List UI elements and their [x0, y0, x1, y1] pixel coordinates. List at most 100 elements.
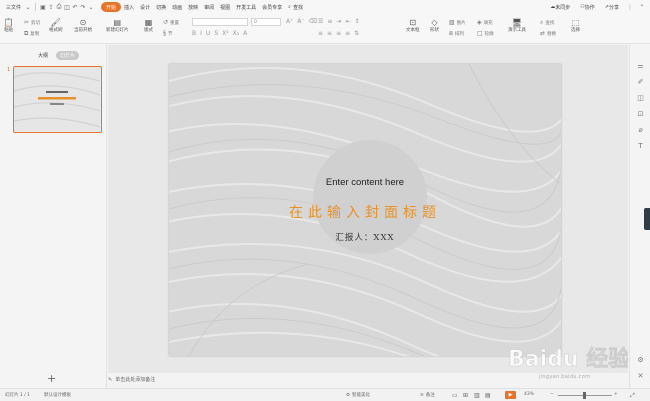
side-panel-handle[interactable] [644, 208, 650, 230]
bullets-icon[interactable]: ☰ [318, 18, 323, 25]
fill-button[interactable]: ◈ 填充 [477, 19, 493, 26]
align-center-icon[interactable]: ≡ [327, 30, 332, 37]
cover-title[interactable]: 在此输入封面标题 [169, 202, 561, 222]
new-slide-button[interactable]: ▤ 新建幻灯片 [106, 17, 129, 34]
tab-slides[interactable]: 幻灯片 [56, 51, 80, 60]
presenter-view-icon[interactable]: ▤ [485, 392, 491, 399]
font-color-icon[interactable]: A [243, 30, 247, 37]
format-painter-button[interactable]: 🖌 格式刷 [49, 17, 63, 34]
textbox-button[interactable]: ⊡ 文本框 [406, 17, 420, 34]
tab-review[interactable]: 审阅 [201, 2, 217, 12]
tab-transitions[interactable]: 切换 [153, 2, 169, 12]
indent-icon[interactable]: ⇥ [336, 18, 341, 25]
backup-icon[interactable]: ⌀ [636, 125, 645, 134]
slide-canvas[interactable]: Enter content here 在此输入封面标题 汇报人：XXX [169, 64, 561, 356]
theme-name[interactable]: 默认设计模板 [44, 392, 71, 398]
close-icon[interactable]: ✕ [636, 371, 645, 380]
tab-slideshow[interactable]: 放映 [185, 2, 201, 12]
format-icon[interactable]: T [636, 141, 645, 150]
play-slideshow-button[interactable]: ▶ [505, 391, 516, 399]
tab-outline[interactable]: 大纲 [34, 51, 52, 60]
export-icon[interactable]: ⇪ [47, 3, 55, 11]
picture-button[interactable]: ▨ 图片 [449, 19, 466, 26]
undo-icon[interactable]: ↶ [71, 3, 79, 11]
align-right-icon[interactable]: ≡ [336, 30, 341, 37]
align-group: ≡ ≡ ≡ ≡ ⇅ [318, 30, 359, 37]
cut-button[interactable]: ✂ 剪切 [24, 19, 40, 26]
select-button[interactable]: ⬚ 选择 [570, 17, 581, 34]
shapes-button[interactable]: ◇ 形状 [429, 17, 440, 34]
font-size-select[interactable]: 0 [251, 18, 281, 26]
font-name-select[interactable] [192, 18, 248, 26]
normal-view-icon[interactable]: ▭ [452, 392, 458, 399]
object-icon[interactable]: ⊡ [636, 109, 645, 118]
properties-icon[interactable]: ⚌ [636, 61, 645, 70]
justify-icon[interactable]: ≡ [345, 30, 350, 37]
panel-tabs: 大纲 幻灯片 [34, 51, 80, 60]
more-icon[interactable]: ⌄ [87, 3, 95, 11]
layout-button[interactable]: ▦ 版式 [143, 17, 154, 34]
tab-insert[interactable]: 插入 [121, 2, 137, 12]
tab-view[interactable]: 视图 [217, 2, 233, 12]
sync-status[interactable]: ☁ 未同步 [547, 2, 573, 12]
slide-thumbnail[interactable] [13, 66, 102, 133]
bold-icon[interactable]: B [192, 30, 196, 37]
play-from-current-button[interactable]: ⊙ 当前开始 [74, 17, 92, 34]
outdent-icon[interactable]: ⇤ [345, 18, 350, 25]
ribbon: 📋 粘贴 ✂ 剪切 ⧉ 复制 🖌 格式刷 ⊙ 当前开始 ▤ 新建幻灯片 ▦ 版式 ↺… [0, 14, 650, 44]
strikethrough-icon[interactable]: S [214, 30, 218, 37]
animation-icon[interactable]: ◫ [636, 93, 645, 102]
collapse-ribbon-icon[interactable]: ⌃ [638, 3, 646, 11]
preview-icon[interactable]: ◫ [63, 3, 71, 11]
design-icon[interactable]: ✐ [636, 77, 645, 86]
find-button[interactable]: ⌕ 查找 [540, 19, 554, 27]
fit-window-icon[interactable]: ⤢ [630, 392, 635, 400]
tab-home[interactable]: 开始 [101, 2, 122, 12]
text-direction-icon[interactable]: ⇅ [354, 30, 359, 37]
superscript-icon[interactable]: X² [222, 30, 229, 37]
reset-button[interactable]: ↺ 重置 [163, 19, 179, 26]
content-placeholder[interactable]: Enter content here [169, 177, 561, 188]
notes-area[interactable]: ✎ 单击此处添加备注 [108, 376, 155, 384]
settings-icon[interactable]: ⚙ [636, 355, 645, 364]
numbering-icon[interactable]: ≡ [327, 18, 332, 25]
clear-format-icon[interactable]: ⌫ [309, 18, 317, 25]
tab-design[interactable]: 设计 [137, 2, 153, 12]
share-button[interactable]: ⇗ 分享 [602, 2, 622, 12]
reporter-text[interactable]: 汇报人：XXX [169, 231, 561, 243]
save-icon[interactable]: ▣ [39, 3, 47, 11]
replace-button[interactable]: ⇄ 替换 [540, 30, 556, 37]
underline-icon[interactable]: U [206, 30, 210, 37]
section-button[interactable]: § 节 [163, 30, 173, 37]
subscript-icon[interactable]: X₂ [233, 30, 240, 37]
more-options-icon[interactable]: ⋮ [626, 3, 634, 11]
add-slide-button[interactable]: + [47, 372, 56, 385]
zoom-out-icon[interactable]: − [550, 392, 554, 397]
align-left-icon[interactable]: ≡ [318, 30, 323, 37]
line-spacing-icon[interactable]: ↕ [354, 18, 359, 25]
smart-beautify-button[interactable]: ⚙ 智能美化 [346, 392, 370, 399]
collab-button[interactable]: ⚇ 协作 [577, 2, 598, 12]
zoom-slider-knob[interactable] [583, 392, 586, 399]
reading-view-icon[interactable]: ▥ [474, 392, 480, 399]
chevron-down-icon[interactable]: ⌄ [24, 3, 32, 11]
search-box[interactable]: ⌕ 查找 [285, 2, 306, 12]
notes-toggle[interactable]: ≡ 备注 [420, 392, 435, 399]
print-icon[interactable]: ⎙ [55, 3, 63, 11]
redo-icon[interactable]: ↷ [79, 3, 87, 11]
tab-member[interactable]: 会员专享 [259, 2, 285, 12]
arrange-button[interactable]: ⧈ 排列 [449, 30, 464, 38]
tab-animation[interactable]: 动画 [169, 2, 185, 12]
outline-button[interactable]: □ 轮廓 [477, 30, 494, 37]
increase-font-icon[interactable]: A⁺ [286, 18, 293, 25]
zoom-in-icon[interactable]: + [614, 392, 618, 397]
paste-button[interactable]: 📋 粘贴 [3, 17, 14, 34]
italic-icon[interactable]: I [200, 30, 202, 37]
file-menu[interactable]: 三文件 [3, 2, 24, 12]
tab-developer[interactable]: 开发工具 [233, 2, 259, 12]
zoom-level[interactable]: 43% [524, 392, 534, 397]
sorter-view-icon[interactable]: ⊞ [463, 392, 468, 399]
presenter-tools-button[interactable]: 🖥 演示工具 [508, 17, 526, 34]
decrease-font-icon[interactable]: A⁻ [297, 18, 304, 25]
copy-button[interactable]: ⧉ 复制 [24, 30, 39, 38]
